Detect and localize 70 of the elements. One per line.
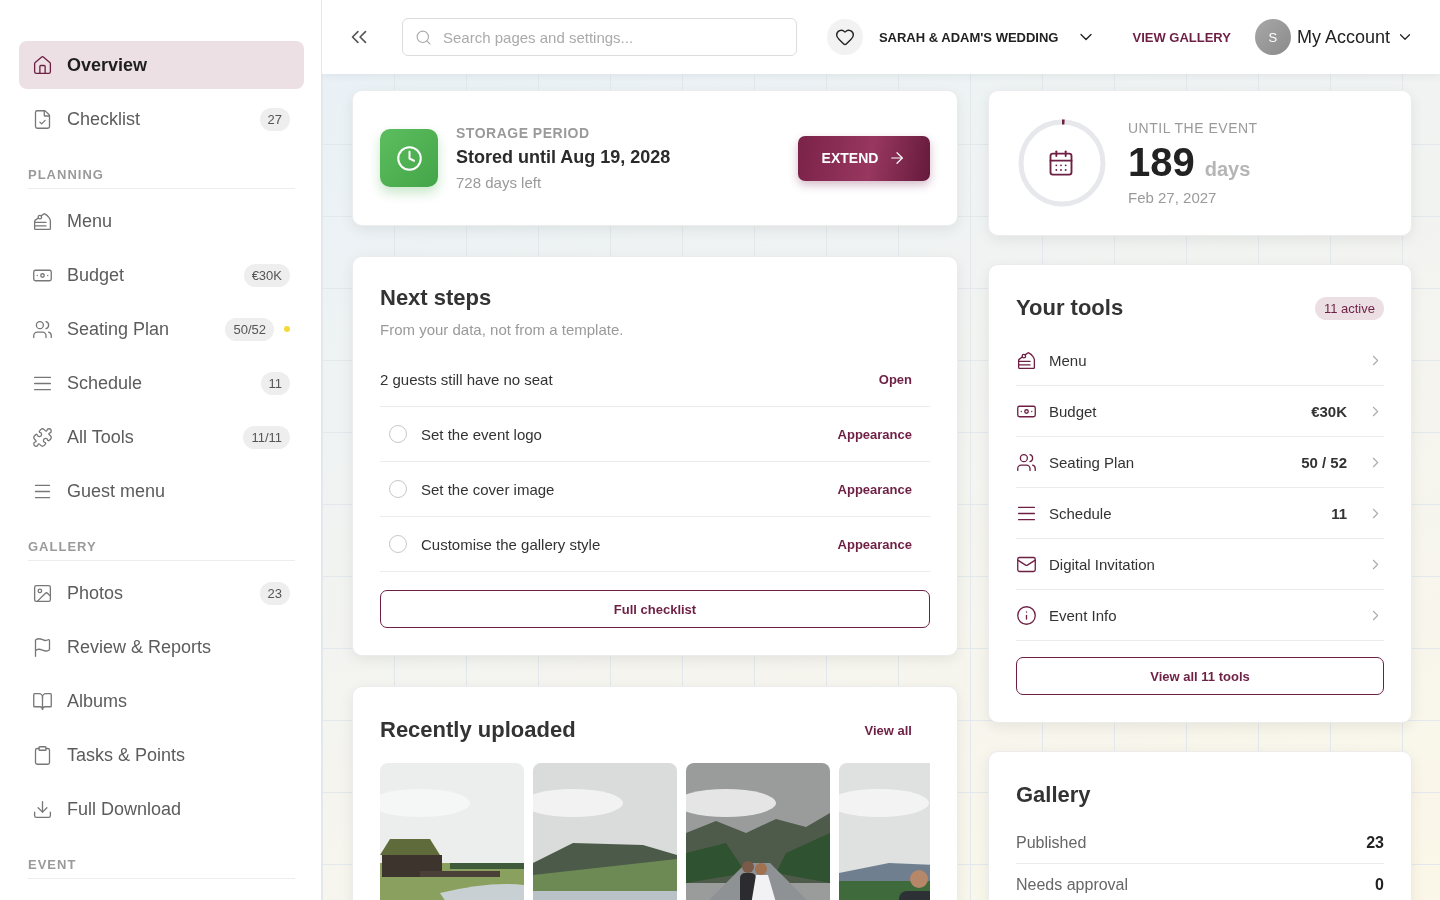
view-gallery-link[interactable]: VIEW GALLERY [1132, 29, 1231, 45]
card-title: Gallery [1016, 782, 1092, 808]
days-left: 728 days left [456, 174, 543, 191]
step-link[interactable]: Appearance [837, 536, 912, 552]
step-link[interactable]: Appearance [837, 481, 912, 497]
tool-row[interactable]: Digital Invitation [1016, 539, 1384, 590]
nav-item[interactable]: Full Download [19, 785, 304, 833]
tool-name: Menu [1049, 351, 1087, 369]
step-text: 2 guests still have no seat [380, 370, 553, 388]
count-badge: 23 [259, 581, 290, 605]
nav-item[interactable]: Budget €30K [19, 251, 304, 299]
active-count-badge: 11 active [1314, 296, 1384, 320]
step-link[interactable]: Appearance [837, 426, 912, 442]
view-all-tools-button[interactable]: View all 11 tools [1016, 657, 1384, 695]
nav-item[interactable]: Guest menu [19, 467, 304, 515]
card-title: Next steps [380, 285, 493, 311]
count-badge: 50/52 [225, 317, 274, 341]
tool-row[interactable]: Budget €30K [1016, 386, 1384, 437]
count-badge: 11 [260, 371, 290, 395]
step-text: Customise the gallery style [421, 535, 601, 553]
tool-name: Event Info [1049, 606, 1117, 624]
step-text: Set the cover image [421, 480, 555, 498]
nav-item[interactable]: Schedule 11 [19, 359, 304, 407]
tool-name: Seating Plan [1049, 453, 1135, 471]
card-title: Recently uploaded [380, 717, 576, 743]
nav-item[interactable]: Review & Reports [19, 623, 304, 671]
event-selector[interactable]: SARAH & ADAM'S WEDDING [872, 26, 1103, 48]
tool-row[interactable]: Seating Plan 50 / 52 [1016, 437, 1384, 488]
nav-item[interactable]: Photos 23 [19, 569, 304, 617]
tool-value: 11 [1331, 504, 1347, 522]
count-badge: €30K [243, 263, 290, 287]
nav-item[interactable]: Overview [19, 41, 304, 89]
step-link[interactable]: Open [878, 371, 912, 387]
countdown-label: UNTIL THE EVENT [1128, 120, 1258, 136]
extend-button[interactable]: EXTEND [798, 135, 930, 181]
count-badge: 11/11 [243, 425, 290, 449]
nav-item[interactable]: Albums [19, 677, 304, 725]
search-field[interactable]: Search pages and settings... [402, 18, 797, 56]
tool-name: Schedule [1049, 504, 1112, 522]
tool-name: Digital Invitation [1049, 555, 1155, 573]
tool-row[interactable]: Event Info [1016, 590, 1384, 641]
storage-date: Stored until Aug 19, 2028 [456, 147, 671, 168]
days-count: 189 [1128, 140, 1195, 184]
section-heading: PLANNING [28, 167, 295, 189]
step-text: Set the event logo [421, 425, 542, 443]
nav-item[interactable]: Tasks & Points [19, 731, 304, 779]
stat-label: Needs approval [1016, 876, 1129, 894]
view-all-link[interactable]: View all [864, 722, 912, 738]
tool-value: €30K [1311, 402, 1347, 420]
section-heading: GALLERY [28, 539, 295, 561]
section-heading: EVENT [28, 857, 295, 879]
account-menu-button[interactable]: S My Account [1248, 18, 1420, 56]
card-subtitle: From your data, not from a template. [380, 321, 625, 338]
nav-item[interactable]: All Tools 11/11 [19, 413, 304, 461]
stat-value: 0 [1375, 876, 1384, 894]
tool-name: Budget [1049, 402, 1097, 420]
stat-value: 23 [1366, 833, 1384, 852]
tool-value: 50 / 52 [1301, 453, 1347, 471]
nav-item[interactable]: Menu [19, 197, 304, 245]
nav-item[interactable]: Checklist 27 [19, 95, 304, 143]
full-checklist-button[interactable]: Full checklist [380, 590, 930, 628]
days-unit: days [1204, 158, 1251, 180]
storage-label: STORAGE PERIOD [456, 125, 591, 141]
event-date: Feb 27, 2027 [1128, 189, 1218, 206]
stat-label: Published [1016, 833, 1087, 852]
card-title: Your tools [1016, 295, 1124, 321]
tool-row[interactable]: Schedule 11 [1016, 488, 1384, 539]
tool-row[interactable]: Menu [1016, 335, 1384, 386]
nav-item[interactable]: Seating Plan 50/52 [19, 305, 304, 353]
count-badge: 27 [259, 107, 290, 131]
